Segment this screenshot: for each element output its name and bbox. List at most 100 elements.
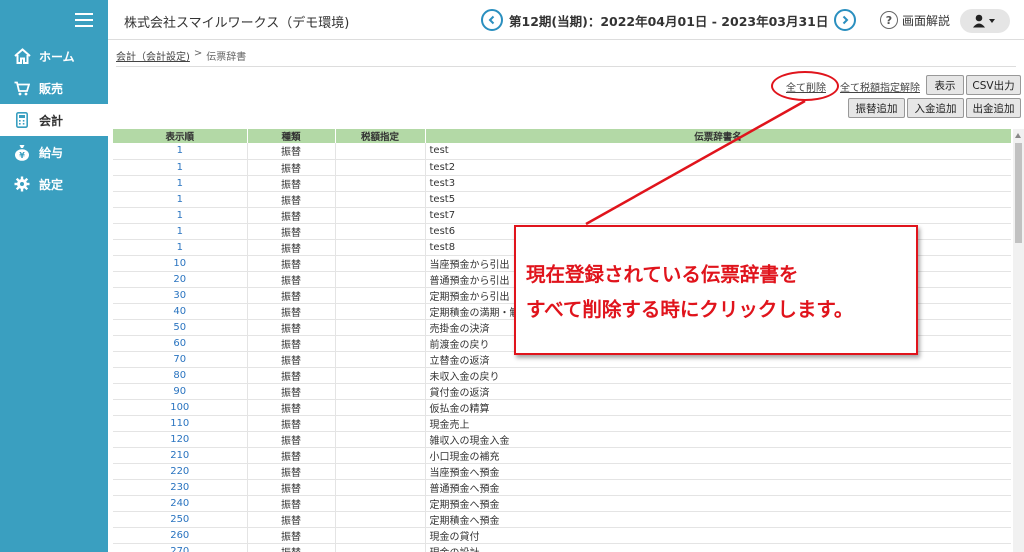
scroll-up-icon[interactable] (1015, 133, 1021, 138)
table-row[interactable]: 80 振替 未収入金の戻り (113, 367, 1011, 384)
cell-tax (335, 463, 426, 480)
clear-tax-designation-link[interactable]: 全て税額指定解除 (840, 79, 920, 94)
table-row[interactable]: 100 振替 仮払金の精算 (113, 399, 1011, 416)
table-row[interactable]: 270振替 現金の設計 (113, 543, 1011, 552)
cell-tax (335, 191, 426, 208)
show-button[interactable]: 表示 (926, 75, 964, 95)
cell-type: 振替 (247, 319, 336, 336)
cell-order[interactable]: 120 (113, 431, 248, 448)
table-row[interactable]: 1 振替 test (113, 143, 1011, 160)
table-row[interactable]: 110 振替 現金売上 (113, 415, 1011, 432)
cell-type: 振替 (247, 239, 336, 256)
cell-name: test (425, 143, 1011, 160)
cell-order[interactable]: 1 (113, 239, 248, 256)
next-period-button[interactable] (834, 9, 857, 31)
cell-tax (335, 351, 426, 368)
table-row[interactable]: 1 振替 test7 (113, 207, 1011, 224)
cell-type: 振替 (247, 271, 336, 288)
column-header-type[interactable]: 種類 (247, 129, 336, 143)
cell-tax (335, 287, 426, 304)
sidebar-item-payroll[interactable]: ¥ 給与 (0, 136, 108, 168)
cell-order[interactable]: 1 (113, 143, 248, 160)
cell-order[interactable]: 1 (113, 207, 248, 224)
cell-tax (335, 207, 426, 224)
cell-order[interactable]: 240 (113, 495, 248, 512)
annotation-line-2: すべて削除する時にクリックします。 (526, 298, 854, 321)
cell-tax (335, 271, 426, 288)
table-row[interactable]: 1 振替 test2 (113, 159, 1011, 176)
cell-name: 普通預金へ預金 (425, 479, 1011, 496)
help-label: 画面解説 (902, 13, 951, 28)
cell-order[interactable]: 80 (113, 367, 248, 384)
table-row[interactable]: 90 振替 貸付金の返済 (113, 383, 1011, 400)
breadcrumb-current: 伝票辞書 (206, 52, 247, 63)
cell-order[interactable]: 1 (113, 191, 248, 208)
csv-export-button[interactable]: CSV出力 (966, 75, 1021, 95)
add-withdrawal-button[interactable]: 出金追加 (966, 98, 1021, 118)
cell-order[interactable]: 260 (113, 527, 248, 544)
hamburger-menu-icon[interactable] (75, 13, 93, 27)
breadcrumb-parent-link[interactable]: 会計（会計設定) (116, 48, 190, 63)
cell-order[interactable]: 1 (113, 175, 248, 192)
cell-order[interactable]: 1 (113, 223, 248, 240)
table-row[interactable]: 230 振替 普通預金へ預金 (113, 479, 1011, 496)
breadcrumb: 会計（会計設定) > 伝票辞書 (116, 48, 246, 63)
table-header-row: 表示順 種類 税額指定 伝票辞書名 (113, 129, 1011, 143)
scrollbar-thumb[interactable] (1015, 143, 1022, 243)
cell-order[interactable]: 250 (113, 511, 248, 528)
cell-order[interactable]: 1 (113, 159, 248, 176)
table-row[interactable]: 250 振替 定期積金へ預金 (113, 511, 1011, 528)
table-row[interactable]: 1 振替 test3 (113, 175, 1011, 192)
sidebar-item-accounting[interactable]: 会計 (0, 104, 108, 136)
table-scrollbar[interactable] (1013, 129, 1024, 552)
money-bag-icon: ¥ (13, 143, 31, 161)
column-header-order[interactable]: 表示順 (113, 129, 248, 143)
cell-order[interactable]: 30 (113, 287, 248, 304)
cell-tax (335, 143, 426, 160)
cell-order[interactable]: 40 (113, 303, 248, 320)
table-row[interactable]: 260 振替 現金の貸付 (113, 527, 1011, 544)
cell-tax (335, 239, 426, 256)
cell-type: 振替 (247, 351, 336, 368)
sidebar-item-home[interactable]: ホーム (0, 40, 108, 72)
table-row[interactable]: 1 振替 test5 (113, 191, 1011, 208)
add-deposit-button[interactable]: 入金追加 (907, 98, 964, 118)
cell-order[interactable]: 210 (113, 447, 248, 464)
previous-period-button[interactable] (481, 9, 503, 31)
cell-order[interactable]: 90 (113, 383, 248, 400)
column-header-name[interactable]: 伝票辞書名 (425, 129, 1011, 143)
sidebar-item-settings[interactable]: 設定 (0, 168, 108, 200)
cell-order[interactable]: 10 (113, 255, 248, 272)
cell-name: 貸付金の返済 (425, 383, 1011, 400)
cell-name: 仮払金の精算 (425, 399, 1011, 416)
help-button[interactable]: ? 画面解説 (880, 11, 950, 29)
cell-order[interactable]: 50 (113, 319, 248, 336)
home-icon (13, 47, 31, 65)
cell-order[interactable]: 20 (113, 271, 248, 288)
user-menu-button[interactable] (960, 9, 1010, 33)
column-header-tax[interactable]: 税額指定 (335, 129, 426, 143)
cell-order[interactable]: 60 (113, 335, 248, 352)
sidebar-item-sales[interactable]: 販売 (0, 72, 108, 104)
cell-order[interactable]: 110 (113, 415, 248, 432)
breadcrumb-separator: > (193, 48, 203, 59)
cell-order[interactable]: 100 (113, 399, 248, 416)
cell-type: 振替 (247, 511, 336, 528)
cell-order[interactable]: 230 (113, 479, 248, 496)
table-row[interactable]: 120 振替 雑収入の現金入金 (113, 431, 1011, 448)
cell-order[interactable]: 270 (113, 543, 248, 552)
cell-type: 振替 (247, 287, 336, 304)
table-row[interactable]: 240 振替 定期預金へ預金 (113, 495, 1011, 512)
cell-name: 小口現金の補充 (425, 447, 1011, 464)
table-row[interactable]: 220 振替 当座預金へ預金 (113, 463, 1011, 480)
cell-order[interactable]: 220 (113, 463, 248, 480)
cell-name: test2 (425, 159, 1011, 176)
table-row[interactable]: 210 振替 小口現金の補充 (113, 447, 1011, 464)
cell-tax (335, 543, 426, 552)
cell-order[interactable]: 70 (113, 351, 248, 368)
cell-type: 振替 (247, 527, 336, 544)
cell-tax (335, 479, 426, 496)
annotation-line-1: 現在登録されている伝票辞書を (526, 263, 799, 286)
cell-tax (335, 303, 426, 320)
add-transfer-button[interactable]: 振替追加 (848, 98, 905, 118)
